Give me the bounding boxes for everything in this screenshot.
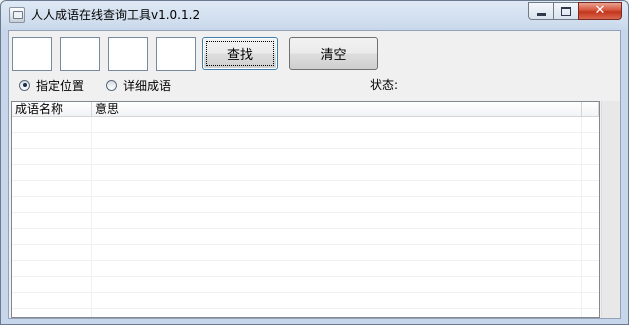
- minimize-icon: [536, 12, 546, 16]
- find-button[interactable]: 查找: [202, 37, 278, 70]
- caption-buttons: ✕: [528, 2, 622, 21]
- radio-specified-position[interactable]: 指定位置: [19, 77, 84, 93]
- status-label: 状态:: [370, 78, 399, 92]
- app-icon[interactable]: [9, 7, 25, 23]
- column-divider: [581, 117, 582, 317]
- idiom-list[interactable]: 成语名称 意思: [11, 101, 600, 318]
- radio-label: 详细成语: [123, 78, 172, 93]
- char-input-2[interactable]: [60, 37, 100, 71]
- maximize-button[interactable]: [553, 2, 579, 20]
- maximize-icon: [561, 6, 571, 16]
- close-icon: ✕: [594, 3, 606, 18]
- window-title: 人人成语在线查询工具v1.0.1.2: [31, 8, 201, 22]
- column-header-meaning[interactable]: 意思: [92, 102, 582, 117]
- column-header-filler: [582, 102, 599, 117]
- app-window: 人人成语在线查询工具v1.0.1.2 ✕ 查找 清空 指定位置 详细成语 状态:…: [0, 0, 629, 325]
- radio-label: 指定位置: [36, 78, 85, 93]
- client-area: 查找 清空 指定位置 详细成语 状态: 成语名称 意思: [8, 30, 621, 319]
- title-bar[interactable]: 人人成语在线查询工具v1.0.1.2 ✕: [1, 1, 628, 29]
- clear-button-label: 清空: [320, 48, 347, 63]
- vertical-scrollbar-track[interactable]: [601, 101, 620, 318]
- char-input-3[interactable]: [108, 37, 148, 71]
- radio-checked-icon[interactable]: [19, 79, 30, 91]
- clear-button[interactable]: 清空: [289, 37, 378, 70]
- list-header: 成语名称 意思: [12, 102, 599, 117]
- minimize-button[interactable]: [528, 2, 554, 20]
- list-body[interactable]: [12, 117, 599, 317]
- char-input-4[interactable]: [156, 37, 196, 71]
- find-button-label: 查找: [226, 48, 253, 63]
- char-input-1[interactable]: [12, 37, 52, 71]
- radio-unchecked-icon[interactable]: [106, 79, 117, 91]
- close-button[interactable]: ✕: [578, 2, 622, 20]
- column-divider: [91, 117, 92, 317]
- radio-detailed-idiom[interactable]: 详细成语: [106, 77, 171, 93]
- column-header-idiom-name[interactable]: 成语名称: [12, 102, 92, 117]
